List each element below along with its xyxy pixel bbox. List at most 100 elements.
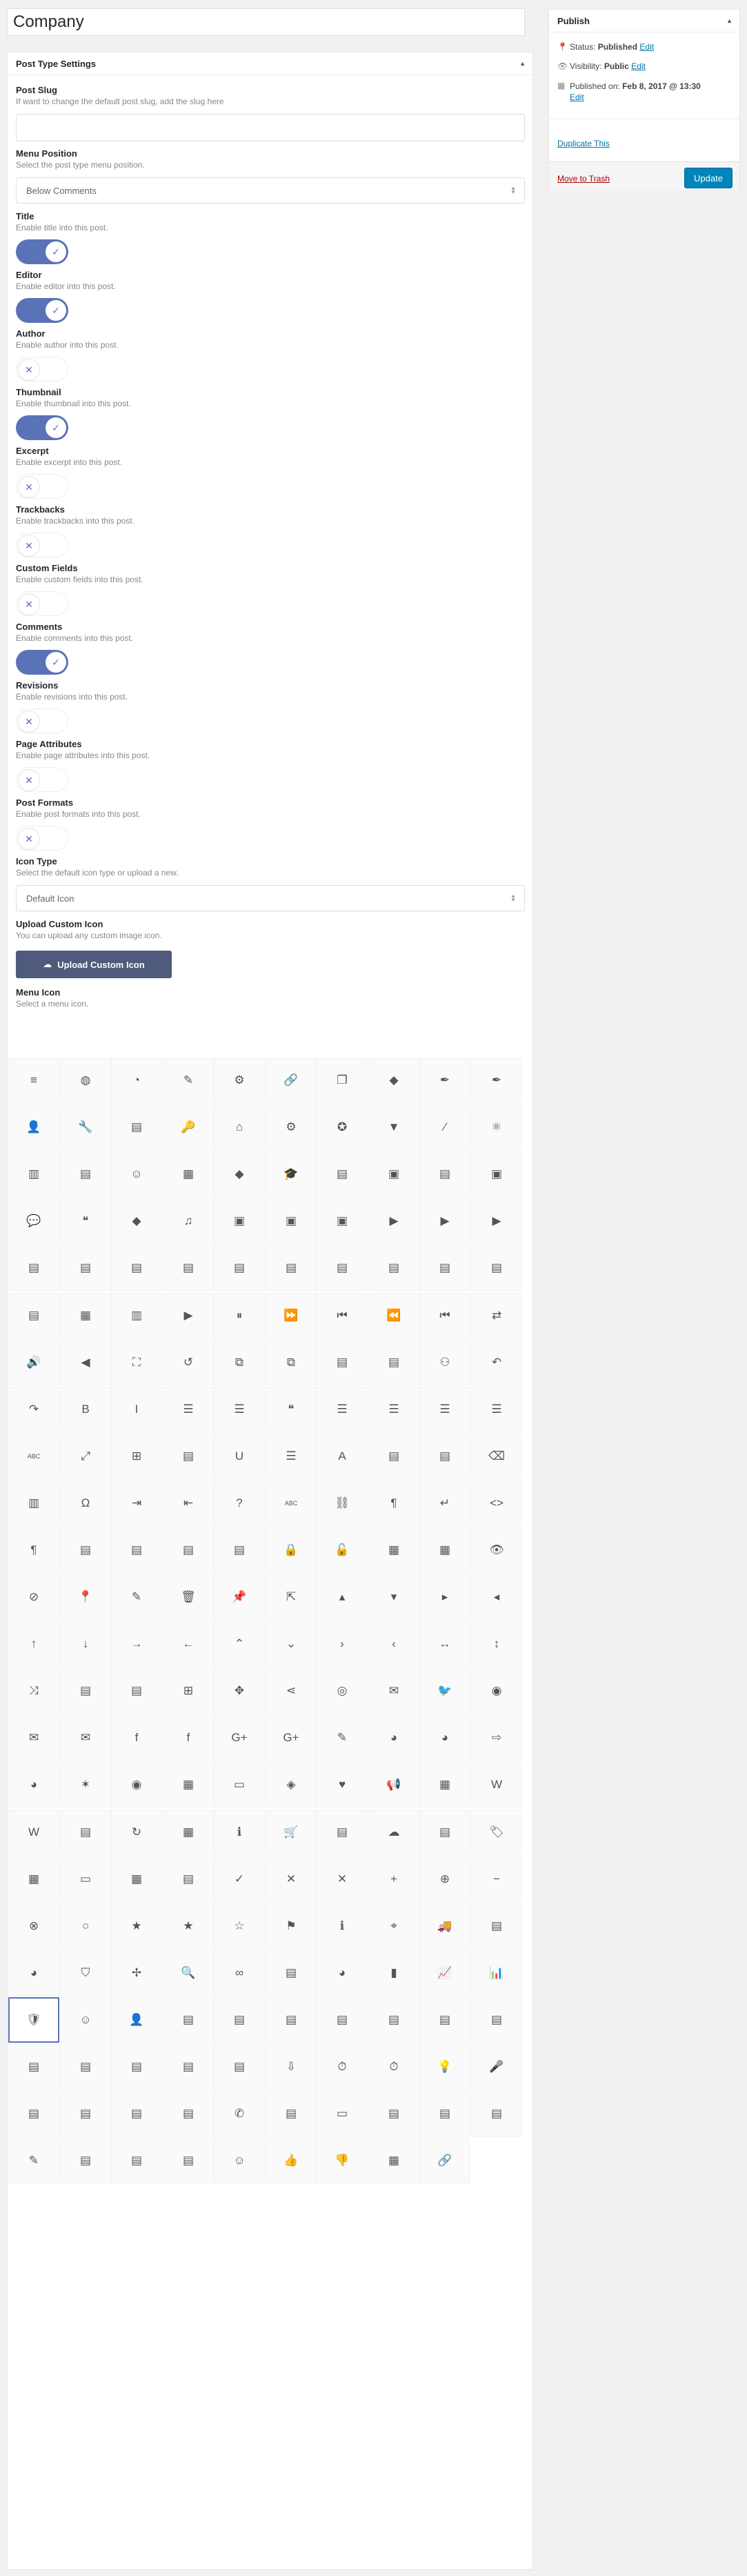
- toggle-switch[interactable]: ✕: [16, 826, 68, 851]
- menu-icon-option[interactable]: ⇤: [163, 1480, 214, 1526]
- menu-icon-option[interactable]: ▤: [471, 1245, 522, 1291]
- menu-icon-option[interactable]: ▤: [266, 1950, 317, 1996]
- menu-icon-option[interactable]: ▥: [8, 1151, 59, 1197]
- menu-icon-option[interactable]: ▤: [317, 1810, 368, 1855]
- upload-custom-icon-button[interactable]: ☁ Upload Custom Icon: [16, 951, 172, 978]
- menu-icon-option[interactable]: ▤: [8, 1245, 59, 1291]
- menu-icon-option[interactable]: ▤: [60, 2091, 111, 2137]
- menu-icon-option[interactable]: ☰: [419, 1387, 470, 1432]
- menu-icon-option[interactable]: ◆: [111, 1198, 162, 1244]
- menu-icon-option[interactable]: ▤: [60, 1245, 111, 1291]
- menu-icon-option[interactable]: ✉: [8, 1715, 59, 1761]
- menu-icon-option[interactable]: ⊞: [111, 1434, 162, 1479]
- menu-icon-option[interactable]: 📊: [471, 1950, 522, 1996]
- menu-icon-option[interactable]: ⋖: [266, 1668, 317, 1714]
- menu-icon-option[interactable]: ⊞: [163, 1668, 214, 1714]
- menu-icon-option[interactable]: 📍: [60, 1574, 111, 1620]
- menu-icon-option[interactable]: 🔗: [419, 2138, 470, 2183]
- menu-icon-option[interactable]: ▤: [266, 1997, 317, 2043]
- menu-icon-option[interactable]: ⌫: [471, 1434, 522, 1479]
- menu-icon-option[interactable]: ❝: [60, 1198, 111, 1244]
- menu-icon-option[interactable]: 🔒: [266, 1527, 317, 1573]
- publish-box-header[interactable]: Publish ▲: [549, 10, 739, 32]
- menu-icon-option[interactable]: 👍: [266, 2138, 317, 2183]
- menu-icon-option[interactable]: ▤: [214, 1997, 265, 2043]
- menu-icon-option[interactable]: ▤: [471, 1903, 522, 1949]
- menu-icon-option[interactable]: 💬: [8, 1198, 59, 1244]
- menu-icon-option[interactable]: ▣: [214, 1198, 265, 1244]
- menu-icon-option[interactable]: ▤: [111, 2091, 162, 2137]
- toggle-switch[interactable]: ✕: [16, 767, 68, 792]
- menu-icon-option[interactable]: ⏮: [419, 1293, 470, 1338]
- toggle-switch[interactable]: ✕: [16, 533, 68, 557]
- menu-icon-option[interactable]: ☁: [368, 1810, 419, 1855]
- menu-icon-option[interactable]: 💡: [419, 2044, 470, 2090]
- toggle-switch[interactable]: ✓: [16, 298, 68, 323]
- menu-icon-option[interactable]: ▤: [317, 1245, 368, 1291]
- menu-icon-option[interactable]: 📈: [419, 1950, 470, 1996]
- menu-icon-option[interactable]: ▤: [60, 2044, 111, 2090]
- toggle-switch[interactable]: ✓: [16, 415, 68, 440]
- menu-icon-option[interactable]: ⧉: [214, 1340, 265, 1385]
- menu-icon-option[interactable]: ↔: [419, 1621, 470, 1667]
- menu-icon-option[interactable]: ▶: [163, 1293, 214, 1338]
- menu-icon-option[interactable]: ▤: [419, 1434, 470, 1479]
- menu-icon-option[interactable]: ▤: [368, 2091, 419, 2137]
- menu-icon-option[interactable]: ⧉: [266, 1340, 317, 1385]
- menu-icon-option[interactable]: ◆: [368, 1058, 419, 1103]
- menu-icon-option[interactable]: 👤: [8, 1104, 59, 1150]
- menu-icon-option[interactable]: ▤: [163, 2138, 214, 2183]
- menu-icon-option[interactable]: 👁: [471, 1527, 522, 1573]
- menu-icon-option[interactable]: ◕: [419, 1715, 470, 1761]
- icon-type-select[interactable]: Default Icon ▲ ▼: [16, 885, 525, 911]
- menu-icon-option[interactable]: ▦: [163, 1810, 214, 1855]
- menu-icon-option[interactable]: ▥: [8, 1480, 59, 1526]
- menu-icon-option[interactable]: ▤: [214, 1245, 265, 1291]
- menu-icon-option[interactable]: ▼: [368, 1104, 419, 1150]
- menu-icon-option[interactable]: ▦: [8, 1856, 59, 1902]
- menu-icon-option[interactable]: ▤: [111, 1245, 162, 1291]
- menu-icon-option[interactable]: ★: [163, 1903, 214, 1949]
- menu-icon-option[interactable]: ◕: [317, 1950, 368, 1996]
- menu-icon-option[interactable]: G+: [214, 1715, 265, 1761]
- menu-icon-option[interactable]: ✉: [60, 1715, 111, 1761]
- menu-icon-option[interactable]: 🗑: [163, 1574, 214, 1620]
- menu-icon-option[interactable]: ▾: [368, 1574, 419, 1620]
- menu-icon-option[interactable]: ★: [111, 1903, 162, 1949]
- menu-icon-option[interactable]: ▤: [111, 1104, 162, 1150]
- menu-icon-option[interactable]: ▤: [111, 1668, 162, 1714]
- menu-icon-option[interactable]: ⚙: [266, 1104, 317, 1150]
- menu-icon-option[interactable]: ▤: [368, 1997, 419, 2043]
- menu-icon-option[interactable]: ▤: [111, 2138, 162, 2183]
- menu-icon-option[interactable]: 🔗: [266, 1058, 317, 1103]
- menu-icon-option[interactable]: ⚙: [214, 1058, 265, 1103]
- menu-icon-option[interactable]: ✆: [214, 2091, 265, 2137]
- menu-icon-option[interactable]: ◔: [111, 1058, 162, 1103]
- menu-icon-option[interactable]: ☰: [368, 1387, 419, 1432]
- published-edit-link[interactable]: Edit: [570, 92, 584, 102]
- menu-icon-option[interactable]: ▤: [60, 2138, 111, 2183]
- menu-icon-option[interactable]: ↻: [111, 1810, 162, 1855]
- menu-icon-option[interactable]: ✒: [471, 1058, 522, 1103]
- menu-icon-option[interactable]: ▭: [214, 1762, 265, 1807]
- menu-icon-option[interactable]: ⌖: [368, 1903, 419, 1949]
- menu-icon-option[interactable]: ⁄: [419, 1104, 470, 1150]
- menu-icon-option[interactable]: 🐦: [419, 1668, 470, 1714]
- menu-icon-option[interactable]: 👎: [317, 2138, 368, 2183]
- menu-icon-option[interactable]: ABC: [266, 1480, 317, 1526]
- menu-icon-option[interactable]: ⤨: [8, 1668, 59, 1714]
- menu-icon-option[interactable]: ▤: [163, 2044, 214, 2090]
- menu-icon-option[interactable]: ▦: [111, 1856, 162, 1902]
- menu-icon-option[interactable]: ▤: [163, 1527, 214, 1573]
- menu-icon-option[interactable]: f: [111, 1715, 162, 1761]
- menu-icon-option[interactable]: ▤: [163, 1434, 214, 1479]
- menu-icon-option[interactable]: +: [368, 1856, 419, 1902]
- menu-icon-option[interactable]: ☺: [111, 1151, 162, 1197]
- menu-icon-option[interactable]: ←: [163, 1621, 214, 1667]
- post-title-input[interactable]: Company: [7, 8, 525, 36]
- menu-icon-option[interactable]: 🔧: [60, 1104, 111, 1150]
- menu-icon-option[interactable]: ○: [60, 1903, 111, 1949]
- toggle-switch[interactable]: ✓: [16, 239, 68, 264]
- menu-icon-option[interactable]: ▦: [60, 1293, 111, 1338]
- menu-icon-option[interactable]: ◎: [317, 1668, 368, 1714]
